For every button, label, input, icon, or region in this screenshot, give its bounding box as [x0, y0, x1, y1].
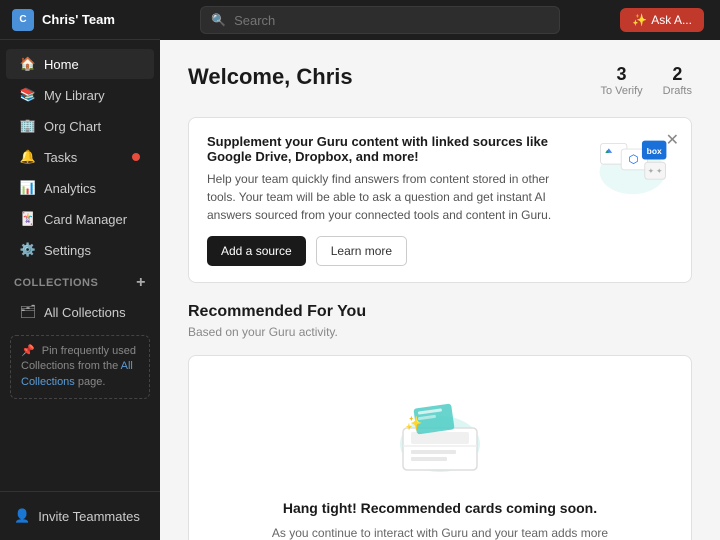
org-chart-icon: 🏢: [20, 118, 36, 134]
sidebar: C Chris' Team 🏠 Home 📚 My Library 🏢 Org …: [0, 0, 160, 540]
welcome-title: Welcome, Chris: [188, 64, 353, 90]
stat-drafts-label: Drafts: [663, 85, 692, 97]
sidebar-header: C Chris' Team: [0, 0, 160, 40]
nav-item-home[interactable]: 🏠 Home: [6, 49, 154, 79]
all-collections-label: All Collections: [44, 305, 126, 320]
svg-text:⬡: ⬡: [629, 154, 639, 166]
integration-banner: Supplement your Guru content with linked…: [188, 117, 692, 283]
svg-text:✨: ✨: [405, 415, 422, 431]
rec-empty-desc: As you continue to interact with Guru an…: [250, 524, 630, 540]
banner-actions: Add a source Learn more: [207, 236, 577, 266]
ask-icon: ✨: [632, 13, 647, 27]
nav-items: 🏠 Home 📚 My Library 🏢 Org Chart 🔔 Tasks …: [0, 40, 160, 491]
svg-text:✦ ✦: ✦ ✦: [648, 167, 663, 176]
topbar: 🔍 ✨ Ask A...: [160, 0, 720, 40]
all-collections-link[interactable]: All Collections: [21, 360, 133, 387]
team-name: Chris' Team: [42, 12, 115, 27]
nav-item-my-library[interactable]: 📚 My Library: [6, 80, 154, 110]
analytics-icon: 📊: [20, 180, 36, 196]
add-collection-button[interactable]: +: [136, 274, 146, 292]
pin-hint: 📌 Pin frequently used Collections from t…: [10, 335, 150, 399]
stat-to-verify: 3 To Verify: [600, 64, 642, 97]
recommended-card: ✨ Hang tight! Recommended cards coming s…: [188, 355, 692, 540]
stat-drafts-number: 2: [672, 64, 682, 85]
main-area: 🔍 ✨ Ask A... Welcome, Chris 3 To Verify …: [160, 0, 720, 540]
nav-item-analytics[interactable]: 📊 Analytics: [6, 173, 154, 203]
nav-label-analytics: Analytics: [44, 181, 96, 196]
nav-item-tasks[interactable]: 🔔 Tasks: [6, 142, 154, 172]
inbox-illustration: ✨: [385, 386, 495, 481]
search-box[interactable]: 🔍: [200, 6, 560, 34]
rec-illustration: ✨: [385, 386, 495, 484]
library-icon: 📚: [20, 87, 36, 103]
nav-item-settings[interactable]: ⚙️ Settings: [6, 235, 154, 265]
stat-drafts: 2 Drafts: [663, 64, 692, 97]
search-icon: 🔍: [211, 13, 226, 27]
home-icon: 🏠: [20, 56, 36, 72]
sidebar-footer: 👤 Invite Teammates: [0, 491, 160, 540]
content-area: Welcome, Chris 3 To Verify 2 Drafts Supp…: [160, 40, 720, 540]
card-manager-icon: 🃏: [20, 211, 36, 227]
collections-header: Collections +: [0, 266, 160, 296]
nav-label-home: Home: [44, 57, 79, 72]
add-source-button[interactable]: Add a source: [207, 236, 306, 266]
invite-teammates-button[interactable]: 👤 Invite Teammates: [14, 502, 146, 530]
invite-label: Invite Teammates: [38, 509, 140, 524]
nav-item-org-chart[interactable]: 🏢 Org Chart: [6, 111, 154, 141]
stats-row: 3 To Verify 2 Drafts: [600, 64, 692, 97]
banner-illustration: ⬡ box ✦ ✦: [593, 134, 673, 199]
banner-description: Help your team quickly find answers from…: [207, 170, 577, 224]
recommended-subtitle: Based on your Guru activity.: [188, 325, 692, 339]
pin-icon: 📌: [21, 344, 35, 359]
svg-text:box: box: [647, 146, 662, 156]
tasks-icon: 🔔: [20, 149, 36, 165]
recommended-title: Recommended For You: [188, 303, 692, 321]
nav-label-card-manager: Card Manager: [44, 212, 127, 227]
collections-icon: 🗂: [20, 304, 36, 320]
rec-empty-title: Hang tight! Recommended cards coming soo…: [283, 500, 597, 516]
settings-icon: ⚙️: [20, 242, 36, 258]
nav-item-all-collections[interactable]: 🗂 All Collections: [6, 297, 154, 327]
welcome-row: Welcome, Chris 3 To Verify 2 Drafts: [188, 64, 692, 97]
banner-text: Supplement your Guru content with linked…: [207, 134, 577, 266]
stat-verify-label: To Verify: [600, 85, 642, 97]
search-input[interactable]: [234, 13, 549, 28]
nav-item-card-manager[interactable]: 🃏 Card Manager: [6, 204, 154, 234]
tasks-notification-dot: [132, 153, 140, 161]
stat-verify-number: 3: [617, 64, 627, 85]
nav-label-settings: Settings: [44, 243, 91, 258]
integrations-illustration: ⬡ box ✦ ✦: [593, 134, 673, 199]
nav-label-tasks: Tasks: [44, 150, 77, 165]
banner-close-button[interactable]: ✕: [666, 130, 679, 150]
banner-title: Supplement your Guru content with linked…: [207, 134, 577, 164]
team-avatar: C: [12, 9, 34, 31]
learn-more-button[interactable]: Learn more: [316, 236, 407, 266]
nav-label-org-chart: Org Chart: [44, 119, 101, 134]
invite-icon: 👤: [14, 508, 30, 524]
nav-label-library: My Library: [44, 88, 105, 103]
pin-hint-text: Pin frequently used Collections from the…: [21, 345, 136, 388]
recommended-section: Recommended For You Based on your Guru a…: [188, 303, 692, 540]
ask-button[interactable]: ✨ Ask A...: [620, 8, 704, 32]
